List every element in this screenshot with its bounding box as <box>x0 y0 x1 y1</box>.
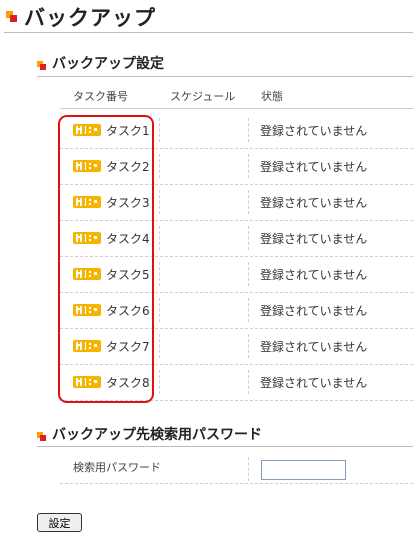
column-divider <box>248 226 249 250</box>
search-password-label: 検索用パスワード <box>73 461 161 474</box>
column-divider <box>248 262 249 286</box>
status-cell: 登録されていません <box>260 376 368 390</box>
status-cell: 登録されていません <box>260 304 368 318</box>
backup-settings-heading: バックアップ設定 <box>52 56 164 72</box>
search-password-input[interactable] <box>261 460 346 480</box>
column-header-status: 状態 <box>261 90 283 103</box>
column-divider <box>159 370 160 394</box>
column-header-schedule: スケジュール <box>170 90 236 103</box>
section-bullet-icon <box>37 432 46 441</box>
task-list-highlight <box>58 115 154 403</box>
column-divider <box>159 226 160 250</box>
column-divider <box>159 154 160 178</box>
column-divider <box>159 262 160 286</box>
status-cell: 登録されていません <box>260 196 368 210</box>
column-divider <box>248 370 249 394</box>
column-divider <box>248 298 249 322</box>
column-divider <box>248 118 249 142</box>
page-title: バックアップ <box>24 6 156 30</box>
column-divider <box>159 190 160 214</box>
table-header-divider <box>60 108 413 109</box>
title-bullet-icon <box>6 11 17 22</box>
column-divider <box>248 334 249 358</box>
column-divider <box>248 154 249 178</box>
title-divider <box>4 32 413 33</box>
status-cell: 登録されていません <box>260 268 368 282</box>
column-divider <box>248 190 249 214</box>
status-cell: 登録されていません <box>260 160 368 174</box>
search-password-heading: バックアップ先検索用パスワード <box>52 427 262 443</box>
row-divider <box>60 483 413 484</box>
status-cell: 登録されていません <box>260 124 368 138</box>
column-divider <box>159 334 160 358</box>
column-divider <box>159 298 160 322</box>
section-divider <box>37 446 413 447</box>
column-header-task-number: タスク番号 <box>73 90 128 103</box>
status-cell: 登録されていません <box>260 340 368 354</box>
section-divider <box>37 76 413 77</box>
column-divider <box>159 118 160 142</box>
section-bullet-icon <box>37 61 46 70</box>
status-cell: 登録されていません <box>260 232 368 246</box>
column-divider <box>248 457 249 481</box>
submit-button[interactable]: 設定 <box>37 513 82 532</box>
